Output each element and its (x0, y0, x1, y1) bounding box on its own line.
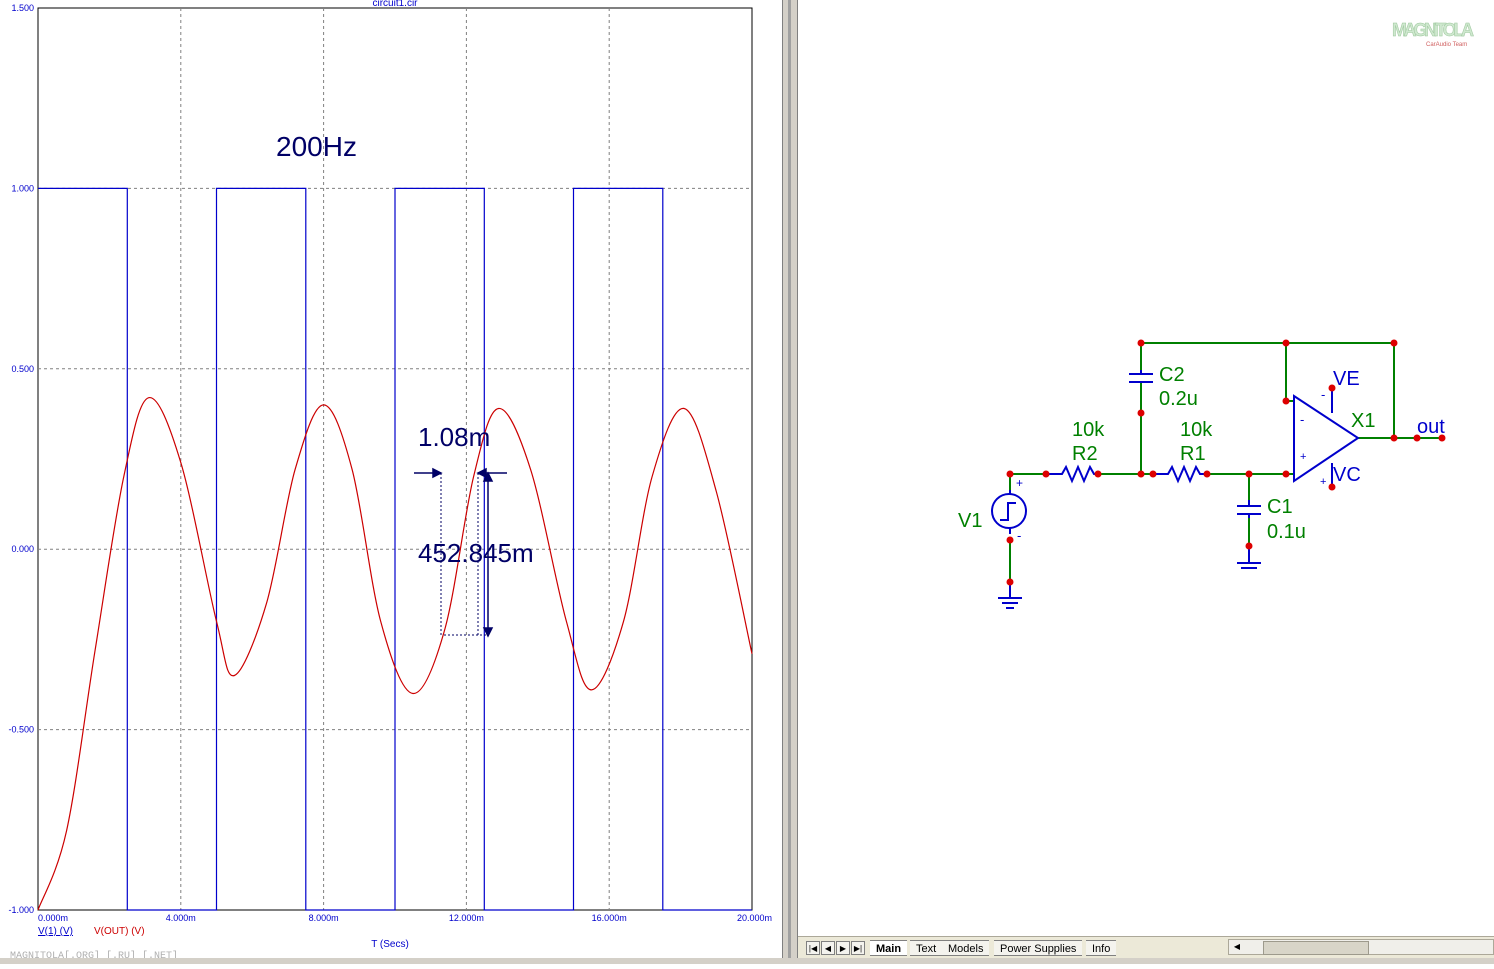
x-tick-label: 8.000m (309, 913, 339, 923)
node-dot (1149, 470, 1157, 478)
tab-power-supplies[interactable]: Power Supplies (994, 940, 1083, 956)
node-dot (1094, 470, 1102, 478)
c2-value: 0.2u (1159, 388, 1198, 410)
node-dot (1282, 397, 1290, 405)
node-dot (1006, 578, 1014, 586)
opamp-vc-sign: + (1320, 476, 1326, 488)
ground-icon (998, 582, 1022, 609)
r1-value: 10k (1180, 419, 1213, 441)
node-dot (1137, 339, 1145, 347)
status-strip (0, 958, 1494, 964)
schematic-pane: + - - + - + V1 10k R2 10k R1 C2 0.2u C1 … (798, 0, 1494, 964)
legend-vout[interactable]: V(OUT) (V) (94, 926, 145, 937)
c1-name: C1 (1267, 496, 1293, 518)
node-dot (1137, 470, 1145, 478)
first-icon[interactable]: |◀ (806, 941, 820, 955)
tab-info[interactable]: Info (1086, 940, 1117, 956)
capacitor-c1[interactable] (1237, 500, 1261, 518)
node-dot (1042, 470, 1050, 478)
node-dot (1245, 542, 1253, 550)
node-dot (1006, 470, 1014, 478)
opamp-ve-sign: - (1321, 387, 1325, 402)
resistor-r2[interactable] (1046, 464, 1098, 484)
node-dot (1390, 339, 1398, 347)
scroll-left-icon[interactable]: ◀ (1231, 941, 1243, 953)
opamp-inv-sign: - (1300, 412, 1304, 427)
plot-title: circuit1.cir (372, 0, 418, 9)
v1-label: V1 (958, 510, 982, 532)
y-tick-label: 1.500 (11, 3, 34, 13)
x-tick-label: 12.000m (449, 913, 484, 923)
node-dot (1137, 409, 1145, 417)
x-tick-label: 0.000m (38, 913, 68, 923)
y-tick-label: 0.500 (11, 364, 34, 374)
scroll-thumb[interactable] (1263, 941, 1369, 955)
waveform-plot[interactable]: 1.500 1.000 0.500 0.000 -0.500 -1.000 0.000m 4… (0, 0, 782, 964)
y-tick-label: -0.500 (8, 725, 34, 735)
node-dot (1282, 339, 1290, 347)
out-label: out (1417, 416, 1445, 438)
pane-splitter[interactable] (782, 0, 798, 964)
node-dot (1282, 470, 1290, 478)
x-tick-label: 16.000m (592, 913, 627, 923)
y-tick-label: -1.000 (8, 905, 34, 915)
node-dot (1203, 470, 1211, 478)
r2-value: 10k (1072, 419, 1105, 441)
node-dot (1245, 470, 1253, 478)
legend-v1[interactable]: V(1) (V) (38, 926, 73, 937)
resistor-r1[interactable] (1153, 464, 1207, 484)
capacitor-c2[interactable] (1129, 370, 1153, 383)
node-dot (1006, 536, 1014, 544)
next-icon[interactable]: ▶ (836, 941, 850, 955)
node-dot (1390, 434, 1398, 442)
v1-minus-sign: - (1017, 528, 1021, 543)
logo-main-text: MAGNITOLA (1392, 20, 1474, 40)
frequency-annotation: 200Hz (276, 131, 357, 162)
cursor-dx-label: 1.08m (418, 422, 490, 452)
tab-main[interactable]: Main (870, 940, 908, 956)
c1-value: 0.1u (1267, 521, 1306, 543)
x-axis-ticks: 0.000m 4.000m 8.000m 12.000m 16.000m 20.000m (38, 913, 772, 923)
schematic-canvas[interactable]: + - - + - + V1 10k R2 10k R1 C2 0.2u C1 … (798, 0, 1494, 936)
prev-icon[interactable]: ◀ (821, 941, 835, 955)
cursor-dy-label: 452.845m (418, 538, 534, 568)
last-icon[interactable]: ▶| (851, 941, 865, 955)
vc-label: VC (1333, 464, 1361, 486)
ve-label: VE (1333, 368, 1360, 390)
v1-plus-sign: + (1016, 476, 1023, 490)
x-tick-label: 4.000m (166, 913, 196, 923)
y-tick-label: 0.000 (11, 544, 34, 554)
x1-label: X1 (1351, 410, 1375, 432)
x-axis-label: T (Secs) (371, 939, 409, 950)
x-tick-label: 20.000m (737, 913, 772, 923)
c2-name: C2 (1159, 364, 1185, 386)
horizontal-scrollbar[interactable]: ◀ (1228, 939, 1494, 955)
opamp-noninv-sign: + (1300, 451, 1306, 463)
tab-text[interactable]: Text (910, 940, 943, 956)
y-axis-ticks: 1.500 1.000 0.500 0.000 -0.500 -1.000 (8, 3, 34, 915)
logo-sub-text: CarAudio Team (1426, 42, 1467, 48)
tab-models[interactable]: Models (942, 940, 990, 956)
r2-name: R2 (1072, 443, 1098, 465)
plot-pane: 1.500 1.000 0.500 0.000 -0.500 -1.000 0.000m 4… (0, 0, 782, 964)
r1-name: R1 (1180, 443, 1206, 465)
y-tick-label: 1.000 (11, 183, 34, 193)
magnitola-logo: MAGNITOLA CarAudio Team (1392, 20, 1474, 48)
